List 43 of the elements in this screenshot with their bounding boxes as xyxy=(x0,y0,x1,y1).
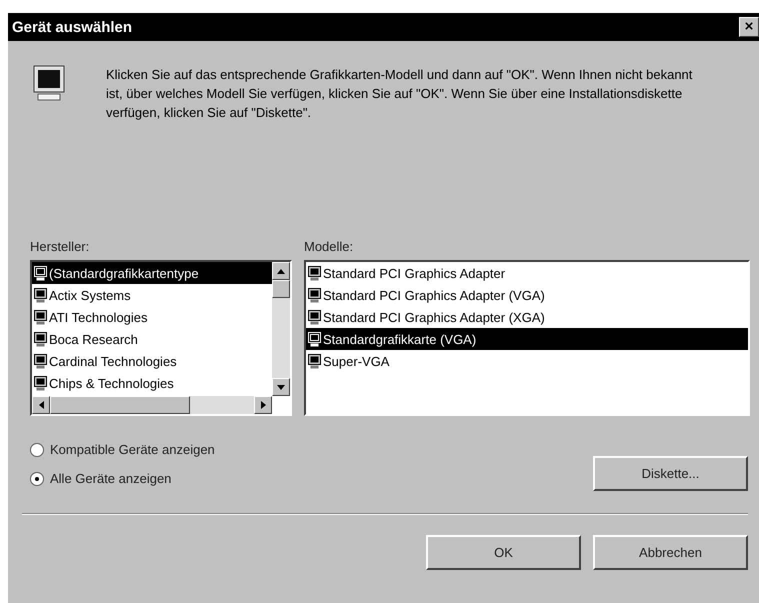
monitor-icon xyxy=(308,332,321,346)
monitor-icon xyxy=(34,354,47,368)
scroll-thumb[interactable] xyxy=(272,280,290,298)
list-label: Hersteller: xyxy=(30,239,90,254)
monitor-icon xyxy=(34,310,47,324)
vertical-scrollbar[interactable] xyxy=(272,262,290,396)
horizontal-scrollbar[interactable] xyxy=(32,396,272,414)
radio-button[interactable] xyxy=(30,472,44,486)
down-arrow-icon[interactable] xyxy=(277,384,285,390)
window-title: Gerät auswählen xyxy=(12,18,132,36)
monitor-icon xyxy=(308,354,321,368)
list-item[interactable]: Standardgrafikkarte (VGA) xyxy=(306,328,748,350)
monitor-icon xyxy=(34,266,47,280)
list-label: Modelle: xyxy=(304,239,354,254)
radio-button[interactable] xyxy=(30,442,44,456)
monitor-icon xyxy=(34,288,47,302)
monitor-icon xyxy=(308,288,321,302)
instruction-text: Klicken Sie auf das entsprechende Grafikkarten-Modell und dann auf "OK". Wenn Ihnen nicht bekannt ist, über welches Modell Sie verfügen, klicken Sie auf "OK". Wenn Sie über eine Installationsdiskette verfügen, klicken Sie auf "Diskette". xyxy=(106,66,694,122)
monitor-icon xyxy=(34,376,47,390)
monitor-icon xyxy=(308,310,321,324)
list-box[interactable]: Standard PCI Graphics Adapter Standard PCI Graphics Adapter (VGA) Standard PCI Graphics Adapter (XGA) Standardgrafikkarte (VGA) Super-VGA xyxy=(304,260,750,416)
cancel-button[interactable]: Abbrechen xyxy=(593,535,748,570)
radio-label[interactable]: Alle Geräte anzeigen xyxy=(50,471,172,486)
monitor-icon xyxy=(308,266,321,280)
up-arrow-icon[interactable] xyxy=(277,268,285,274)
list-item[interactable]: Standard PCI Graphics Adapter (VGA) xyxy=(306,284,748,306)
close-button[interactable]: × xyxy=(739,17,759,37)
list-item[interactable]: Chips & Technologies xyxy=(32,372,290,394)
list-box[interactable]: (Standardgrafikkartentype Actix Systems ATI Technologies Boca Research Cardinal Technologies Chips & Technologies xyxy=(30,260,292,416)
right-arrow-icon[interactable] xyxy=(260,401,266,409)
diskette-button[interactable]: Diskette... xyxy=(593,456,748,491)
ok-button[interactable]: OK xyxy=(426,535,581,570)
monitor-icon xyxy=(34,332,47,346)
list-item[interactable]: Standard PCI Graphics Adapter xyxy=(306,262,748,284)
left-arrow-icon[interactable] xyxy=(38,401,44,409)
list-item[interactable]: Standard PCI Graphics Adapter (XGA) xyxy=(306,306,748,328)
scroll-thumb[interactable] xyxy=(50,396,190,414)
list-item[interactable]: Boca Research xyxy=(32,328,290,350)
list-item[interactable]: Actix Systems xyxy=(32,284,290,306)
list-item[interactable]: ATI Technologies xyxy=(32,306,290,328)
radio-label[interactable]: Kompatible Geräte anzeigen xyxy=(50,442,215,457)
list-item[interactable]: Cardinal Technologies xyxy=(32,350,290,372)
list-item[interactable]: Super-VGA xyxy=(306,350,748,372)
